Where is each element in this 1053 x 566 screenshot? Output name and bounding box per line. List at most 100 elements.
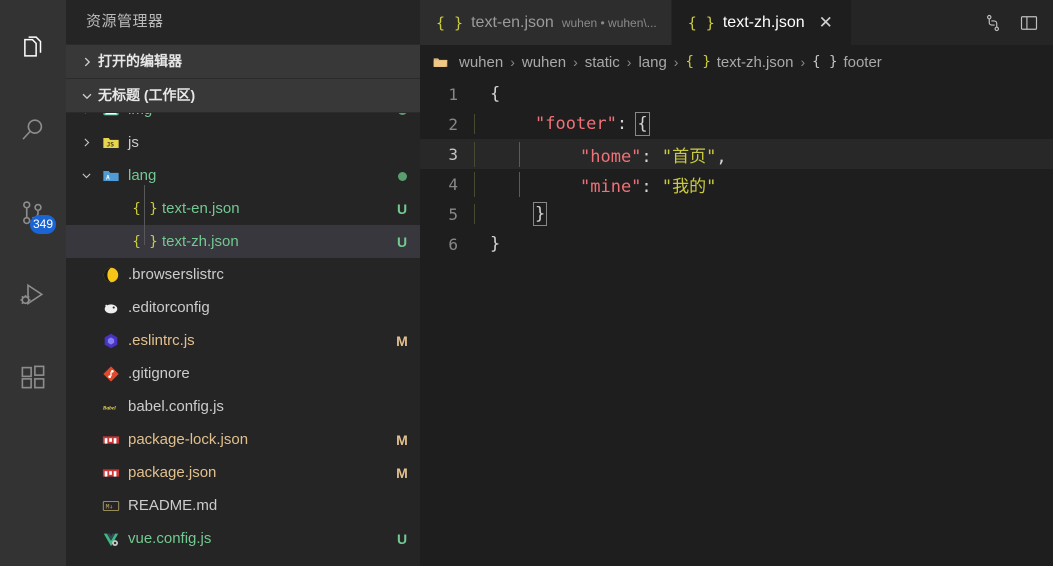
breadcrumb-item-2[interactable]: static (585, 54, 620, 71)
sidebar-section-label: 无标题 (工作区) (98, 87, 196, 103)
breadcrumb-item-1[interactable]: wuhen (522, 54, 566, 71)
tree-row-editorconfig[interactable]: .editorconfig (66, 291, 420, 324)
activity-bar: 349 (0, 0, 66, 566)
tree-row-text-zh-json[interactable]: { } text-zh.json U (66, 225, 420, 258)
markdown-icon: M↓ (98, 497, 124, 515)
tree-row-readme-md[interactable]: M↓ README.md (66, 489, 420, 522)
code-line[interactable]: 5} (420, 199, 1053, 229)
git-status-letter: M (396, 332, 408, 349)
code-line[interactable]: 2 "footer": { (420, 109, 1053, 139)
git-icon (98, 365, 124, 383)
editorconfig-icon (98, 299, 124, 317)
tree-indent-guide (144, 185, 145, 245)
chevron-right-icon (76, 55, 98, 69)
sidebar-section-workspace[interactable]: 无标题 (工作区) (66, 78, 420, 112)
tree-row-label: vue.config.js (128, 530, 212, 547)
lang-folder-icon: A (98, 167, 124, 185)
tree-row-browserslistrc[interactable]: .browserslistrc (66, 258, 420, 291)
tree-row-lang[interactable]: Alang (66, 159, 420, 192)
git-status-letter: U (396, 200, 408, 217)
tree-row-package-lock-json[interactable]: package-lock.json M (66, 423, 420, 456)
breadcrumb-separator: › (626, 54, 632, 70)
breadcrumb-item-3[interactable]: lang (638, 54, 666, 71)
activity-item-search[interactable] (0, 90, 66, 172)
split-editor-right-icon[interactable] (983, 13, 1003, 33)
folder-change-dot (384, 168, 420, 184)
code-line-text: { (490, 84, 501, 104)
line-number: 2 (448, 114, 458, 134)
activity-item-run-and-debug[interactable] (0, 254, 66, 336)
tree-row-text-en-json[interactable]: { } text-en.json U (66, 192, 420, 225)
file-tree[interactable]: imgJSjsAlang{ }text-en.jsonU{ }text-zh.j… (66, 112, 420, 566)
json-file-icon: { } (685, 54, 711, 70)
tree-row-vue-config-js[interactable]: vue.config.js U (66, 522, 420, 555)
tab-text-zh-json[interactable]: { } text-zh.json ✕ (671, 0, 852, 45)
sidebar-title: 资源管理器 (66, 0, 420, 44)
activity-item-extensions[interactable] (0, 336, 66, 418)
code-editor[interactable]: 1{2 "footer": {3 "home": "首页", 4 "mine": "我的… (420, 79, 1053, 566)
json-file-icon: { } (436, 13, 464, 32)
code-line-text: "footer": { (472, 112, 1053, 136)
breadcrumb-item-0[interactable]: wuhen (459, 54, 503, 71)
activity-item-source-control[interactable]: 349 (0, 172, 66, 254)
chevron-down-icon[interactable] (74, 169, 98, 182)
code-line[interactable]: 3 "home": "首页", (420, 139, 1053, 169)
js-folder-icon: JS (98, 134, 124, 152)
folder-open-icon (432, 54, 449, 71)
tree-row-img[interactable]: img (66, 113, 420, 126)
vscode-window: 349 资源管理器 打开的编辑器 无标题 (工作区) JS js A lang … (0, 0, 1053, 566)
tree-row-eslintrc-js[interactable]: .eslintrc.js M (66, 324, 420, 357)
tab-text-en-json[interactable]: { } text-en.json wuhen • wuhen\... (420, 0, 672, 45)
npm-icon (98, 431, 124, 449)
json-file-icon: { } (132, 233, 158, 250)
tree-row-label: .gitignore (128, 365, 190, 382)
svg-text:Babel: Babel (102, 405, 116, 411)
line-number: 4 (448, 174, 458, 194)
vue-icon (98, 530, 124, 548)
source-control-badge: 349 (29, 215, 56, 234)
search-icon (18, 116, 48, 146)
activity-item-explorer[interactable] (0, 8, 66, 90)
git-status-letter: M (396, 464, 408, 481)
sidebar-section-open-editors[interactable]: 打开的编辑器 (66, 44, 420, 78)
tree-row-js[interactable]: JS js (66, 126, 420, 159)
git-status-letter: U (396, 530, 408, 547)
svg-text:M↓: M↓ (106, 503, 114, 510)
browserslist-icon (98, 266, 124, 284)
tree-row-label: README.md (128, 497, 218, 514)
chevron-down-icon (76, 89, 98, 103)
editor-tabs: { } text-en.json wuhen • wuhen\... { } t… (420, 0, 1053, 45)
git-status-letter: U (396, 233, 408, 250)
chevron-right-icon[interactable] (74, 136, 98, 149)
tree-row-package-json[interactable]: package.json M (66, 456, 420, 489)
breadcrumb-item-4[interactable]: text-zh.json (717, 54, 794, 71)
toggle-panel-icon[interactable] (1019, 13, 1039, 33)
json-object-symbol-icon: { } (812, 54, 838, 70)
tree-row-babel-config-js[interactable]: Babel babel.config.js (66, 390, 420, 423)
tab-label: text-en.json (471, 13, 554, 31)
editor-actions (969, 0, 1053, 45)
code-line[interactable]: 1{ (420, 79, 1053, 109)
tree-row-label: text-zh.json (162, 233, 239, 250)
line-number: 1 (448, 84, 458, 104)
line-number: 3 (448, 144, 458, 164)
sidebar-section-label: 打开的编辑器 (98, 53, 182, 69)
breadcrumb-item-5[interactable]: footer (843, 54, 881, 71)
image-folder-icon (98, 113, 124, 119)
json-file-icon: { } (687, 13, 715, 32)
svg-text:JS: JS (107, 141, 115, 148)
npm-icon (98, 464, 124, 482)
code-line[interactable]: 4 "mine": "我的" (420, 169, 1053, 199)
run-and-debug-icon (18, 280, 48, 310)
chevron-right-icon[interactable] (74, 113, 98, 116)
tree-row-label: .browserslistrc (128, 266, 224, 283)
code-line[interactable]: 6} (420, 229, 1053, 259)
breadcrumb-separator: › (673, 54, 679, 70)
extensions-icon (18, 362, 48, 392)
breadcrumb: wuhen › wuhen › static › lang › { } text… (420, 45, 1053, 79)
tree-row-gitignore[interactable]: .gitignore (66, 357, 420, 390)
tree-row-label: text-en.json (162, 200, 240, 217)
tree-row-label: .editorconfig (128, 299, 210, 316)
close-icon[interactable]: ✕ (815, 12, 837, 33)
json-file-icon: { } (132, 200, 158, 217)
